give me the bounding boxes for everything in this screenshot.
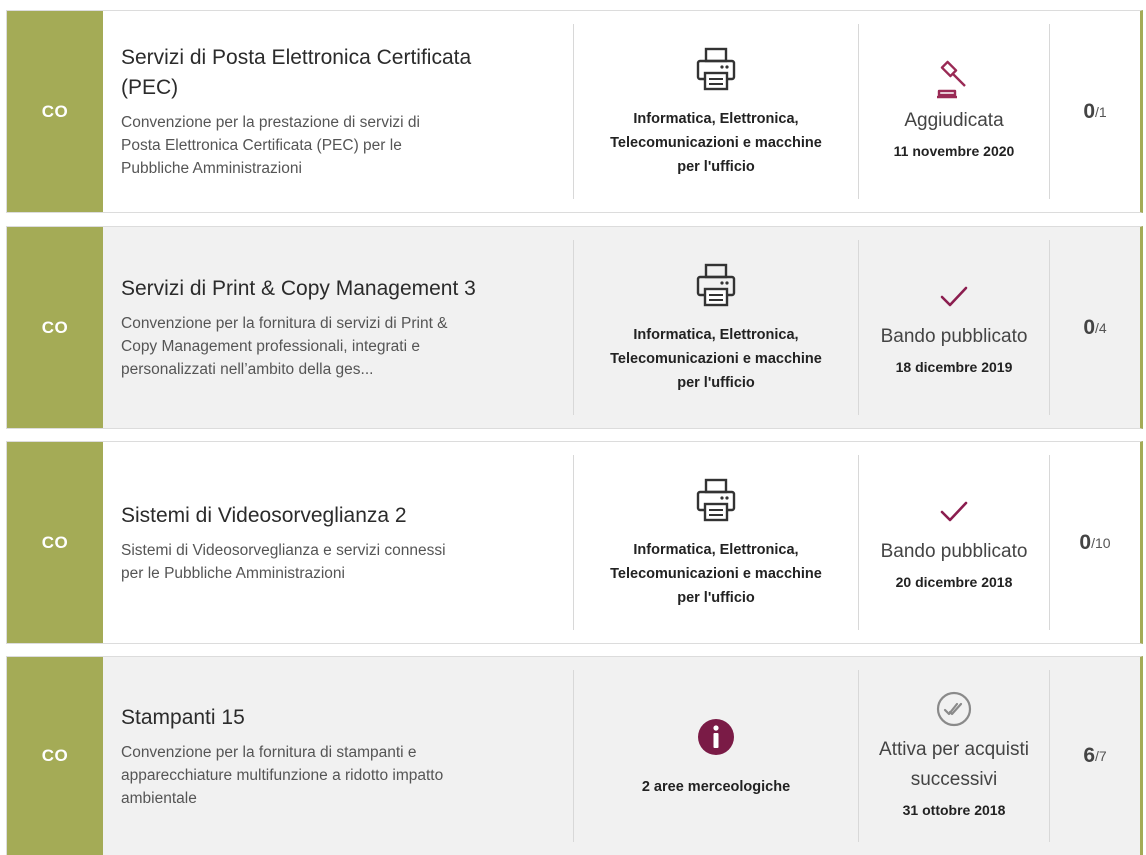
check-icon [934, 276, 974, 316]
item-description: Convenzione per la prestazione di serviz… [121, 111, 555, 180]
item-title[interactable]: Servizi di Posta Elettronica Certificata… [121, 43, 555, 103]
status-cell: Attiva per acquisti successivi 31 ottobr… [859, 657, 1049, 855]
status-cell: Bando pubblicato 18 dicembre 2019 [859, 227, 1049, 428]
item-info: Stampanti 15 Convenzione per la fornitur… [103, 657, 573, 855]
category-line: Telecomunicazioni e macchine [610, 350, 822, 367]
item-title-line: Servizi di Posta Elettronica Certificata [121, 46, 472, 69]
status-label: Bando pubblicato [880, 325, 1028, 347]
item-description: Sistemi di Videosorveglianza e servizi c… [121, 539, 555, 585]
category-line: Telecomunicazioni e macchine [610, 134, 822, 151]
item-title-line: (PEC) [121, 76, 179, 99]
item-description-line: Pubbliche Amministrazioni [121, 160, 302, 177]
lots-count-value: 0 [1079, 530, 1092, 554]
category-line: Informatica, Elettronica, [633, 541, 799, 558]
category-cell: 2 aree merceologiche [574, 657, 858, 855]
type-badge: CO [7, 442, 103, 643]
info-icon[interactable] [696, 713, 736, 761]
item-title[interactable]: Sistemi di Videosorveglianza 2 [121, 501, 555, 531]
item-description-line: Convenzione per la fornitura di stampant… [121, 743, 417, 761]
list-item[interactable]: CO Servizi di Posta Elettronica Certific… [6, 10, 1143, 213]
printer-icon [692, 261, 740, 309]
status-label: Bando pubblicato [880, 540, 1028, 562]
category-line: per l'ufficio [677, 374, 755, 391]
lots-count-total: /1 [1095, 103, 1107, 120]
status-label: Attiva per acquisti [879, 739, 1029, 760]
lots-count: 0/1 [1050, 11, 1140, 212]
status-date: 31 ottobre 2018 [902, 802, 1006, 818]
type-badge-label: CO [41, 746, 69, 765]
item-description: Convenzione per la fornitura di stampant… [121, 741, 555, 810]
item-description-line: per le Pubbliche Amministrazioni [121, 564, 345, 582]
status-date: 11 novembre 2020 [893, 142, 1015, 159]
category-line: Informatica, Elettronica, [633, 110, 799, 127]
lots-count: 0/4 [1050, 227, 1140, 428]
lots-count-value: 0 [1083, 99, 1095, 123]
item-title[interactable]: Servizi di Print & Copy Management 3 [121, 274, 555, 304]
type-badge-label: CO [41, 101, 69, 121]
gavel-icon [934, 60, 974, 100]
item-title[interactable]: Stampanti 15 [121, 703, 555, 733]
item-description-line: Sistemi di Videosorveglianza e servizi c… [121, 541, 446, 559]
list-item[interactable]: CO Servizi di Print & Copy Management 3 … [6, 226, 1143, 429]
item-description-line: ambientale [121, 789, 197, 807]
printer-icon [692, 476, 740, 524]
status-date: 20 dicembre 2018 [895, 573, 1013, 590]
item-description: Convenzione per la fornitura di servizi … [121, 312, 555, 381]
lots-count-total: /4 [1095, 319, 1107, 336]
type-badge: CO [7, 11, 103, 212]
item-description-line: apparecchiature multifunzione a ridotto … [121, 766, 444, 784]
lots-count: 0/10 [1050, 442, 1140, 643]
item-title-line: Sistemi di Videosorveglianza 2 [121, 503, 407, 527]
type-badge: CO [7, 657, 103, 855]
type-badge-label: CO [41, 532, 69, 552]
item-description-line: personalizzati nell’ambito della ges... [121, 361, 374, 378]
check-icon [934, 491, 974, 531]
type-badge-label: CO [41, 317, 69, 337]
printer-icon [692, 45, 740, 93]
lots-count-value: 6 [1083, 744, 1095, 767]
status-label: successivi [910, 769, 998, 790]
category-cell: Informatica, Elettronica, Telecomunicazi… [574, 227, 858, 428]
category-line: per l'ufficio [677, 589, 755, 606]
item-info: Servizi di Posta Elettronica Certificata… [103, 11, 573, 212]
procurement-list: CO Servizi di Posta Elettronica Certific… [0, 0, 1146, 855]
lots-count-total: /10 [1091, 534, 1111, 551]
item-info: Sistemi di Videosorveglianza 2 Sistemi d… [103, 442, 573, 643]
status-cell: Aggiudicata 11 novembre 2020 [859, 11, 1049, 212]
double-check-circle-icon [934, 689, 974, 729]
item-title-line: Servizi di Print & Copy Management 3 [121, 277, 476, 300]
lots-count: 6/7 [1050, 657, 1140, 855]
type-badge: CO [7, 227, 103, 428]
status-label: Aggiudicata [904, 109, 1004, 131]
item-description-line: Copy Management professionali, integrati… [121, 338, 420, 355]
lots-count-value: 0 [1083, 315, 1095, 339]
category-line: 2 aree merceologiche [641, 779, 791, 795]
lots-count-total: /7 [1095, 748, 1107, 764]
item-description-line: Convenzione per la prestazione di serviz… [121, 114, 420, 131]
category-cell: Informatica, Elettronica, Telecomunicazi… [574, 442, 858, 643]
item-info: Servizi di Print & Copy Management 3 Con… [103, 227, 573, 428]
list-item[interactable]: CO Stampanti 15 Convenzione per la forni… [6, 656, 1143, 855]
category-line: Telecomunicazioni e macchine [610, 565, 822, 582]
category-cell: Informatica, Elettronica, Telecomunicazi… [574, 11, 858, 212]
list-item[interactable]: CO Sistemi di Videosorveglianza 2 Sistem… [6, 441, 1143, 644]
item-title-line: Stampanti 15 [121, 705, 245, 729]
item-description-line: Convenzione per la fornitura di servizi … [121, 315, 448, 332]
category-line: Informatica, Elettronica, [633, 326, 799, 343]
status-cell: Bando pubblicato 20 dicembre 2018 [859, 442, 1049, 643]
item-description-line: Posta Elettronica Certificata (PEC) per … [121, 137, 402, 154]
category-line: per l'ufficio [677, 158, 755, 175]
status-date: 18 dicembre 2019 [895, 358, 1013, 375]
